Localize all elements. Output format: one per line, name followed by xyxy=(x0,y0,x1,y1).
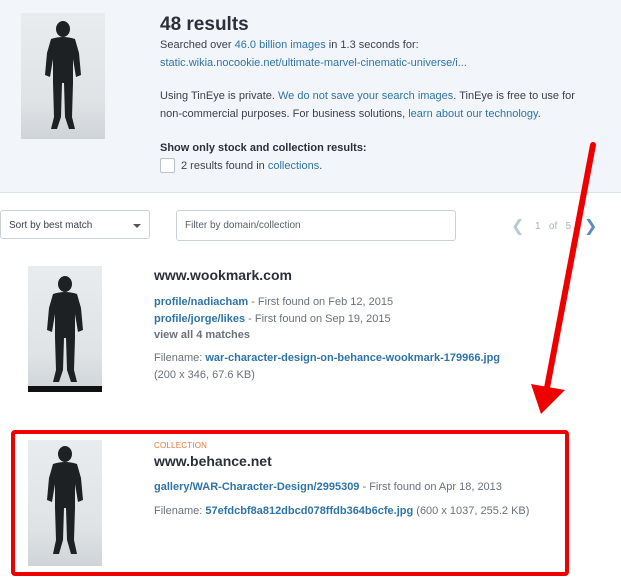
results-count-title: 48 results xyxy=(160,14,249,35)
collections-link[interactable]: collections xyxy=(268,160,319,172)
image-count-link[interactable]: 46.0 billion images xyxy=(235,39,326,51)
match-line: profile/jorge/likes - First found on Sep… xyxy=(154,313,391,325)
query-url: static.wikia.nocookie.net/ultimate-marve… xyxy=(160,57,467,69)
pagination-status: 1 of 5 xyxy=(535,221,572,232)
match-line: profile/nadiacham - First found on Feb 1… xyxy=(154,296,394,308)
results-summary-panel: 48 results Searched over 46.0 billion im… xyxy=(0,0,621,193)
business-note: non-commercial purposes. For business so… xyxy=(160,108,541,120)
privacy-note: Using TinEye is private. We do not save … xyxy=(160,90,575,102)
query-image-thumbnail[interactable] xyxy=(21,13,105,139)
sort-dropdown[interactable]: Sort by best match xyxy=(0,210,150,239)
view-all-matches-link[interactable]: view all 4 matches xyxy=(154,329,250,341)
collections-only-checkbox[interactable] xyxy=(160,158,175,173)
previous-page-icon[interactable]: ❮ xyxy=(511,216,524,236)
sort-selected-value: Sort by best match xyxy=(9,220,93,231)
privacy-link[interactable]: We do not save your search images xyxy=(278,90,453,102)
match-path-link[interactable]: profile/jorge/likes xyxy=(154,313,245,325)
highlight-box xyxy=(11,430,569,576)
result-thumbnail[interactable] xyxy=(28,266,102,392)
domain-filter-input[interactable] xyxy=(176,210,456,241)
armored-figure-icon xyxy=(45,21,81,129)
filename-line: Filename: war-character-design-on-behanc… xyxy=(154,352,501,364)
armored-figure-icon xyxy=(28,276,102,392)
next-page-icon[interactable]: ❯ xyxy=(584,216,597,236)
technology-link[interactable]: learn about our technology xyxy=(408,108,537,120)
stock-filter-heading: Show only stock and collection results: xyxy=(160,142,367,154)
image-dimensions: (200 x 346, 67.6 KB) xyxy=(154,369,255,381)
query-url-link[interactable]: static.wikia.nocookie.net/ultimate-marve… xyxy=(160,57,467,69)
result-domain[interactable]: www.wookmark.com xyxy=(154,267,292,283)
search-stats: Searched over 46.0 billion images in 1.3… xyxy=(160,39,419,51)
caret-down-icon xyxy=(133,224,141,228)
match-path-link[interactable]: profile/nadiacham xyxy=(154,296,248,308)
collections-count-label: 2 results found in collections. xyxy=(181,160,323,172)
filename-link[interactable]: war-character-design-on-behance-wookmark… xyxy=(205,352,500,364)
